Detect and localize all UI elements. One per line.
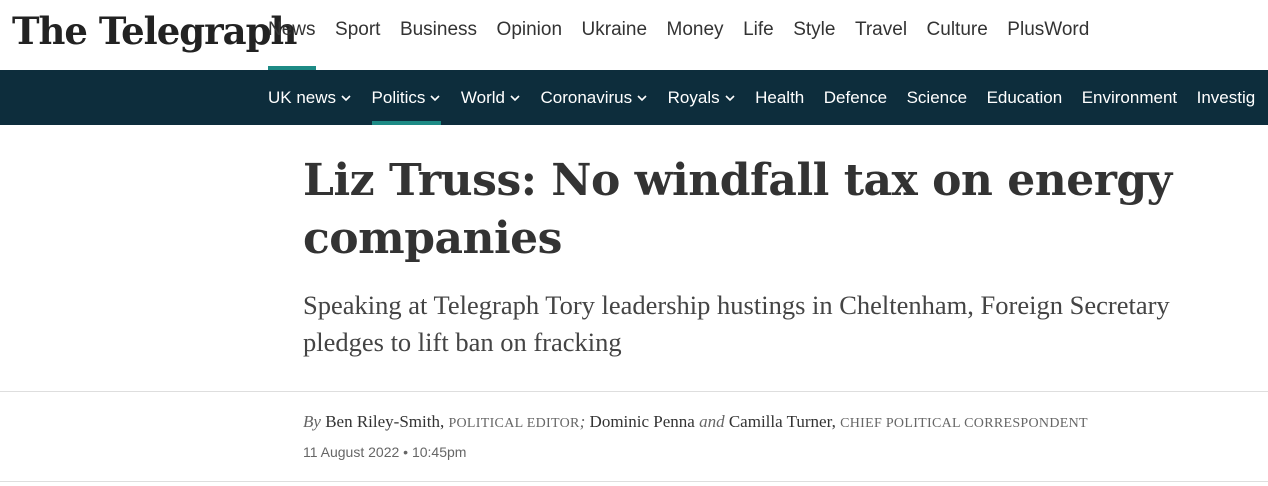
- chevron-down-icon: [637, 94, 647, 101]
- subnav-label: Environment: [1081, 87, 1178, 107]
- chevron-down-icon: [341, 94, 351, 101]
- article-standfirst: Speaking at Telegraph Tory leadership hu…: [303, 290, 1170, 357]
- subnav-defence[interactable]: Defence: [824, 70, 907, 125]
- main-nav-money[interactable]: Money: [667, 0, 744, 70]
- subnav-royals[interactable]: Royals: [668, 70, 755, 125]
- main-nav: News Sport Business Opinion Ukraine Money Life…: [268, 0, 1109, 70]
- subnav-label: Politics: [371, 87, 426, 107]
- subnav-label: World: [460, 87, 505, 107]
- subnav-education[interactable]: Education: [987, 70, 1082, 125]
- subnav-label: UK news: [268, 87, 337, 107]
- main-nav-business[interactable]: Business: [400, 0, 497, 70]
- subnav-investig[interactable]: Investig: [1197, 70, 1268, 125]
- byline-by: By: [303, 412, 321, 431]
- subnav-science[interactable]: Science: [907, 70, 987, 125]
- subnav-health[interactable]: Health: [755, 70, 824, 125]
- main-nav-plusword[interactable]: PlusWord: [1007, 0, 1109, 70]
- subnav-uk-news[interactable]: UK news: [268, 70, 372, 125]
- chevron-down-icon: [725, 94, 735, 101]
- author-link-dominic-penna[interactable]: Dominic Penna: [590, 412, 695, 431]
- author-role: Chief Political Correspondent: [840, 416, 1088, 431]
- main-nav-sport[interactable]: Sport: [335, 0, 400, 70]
- divider: [0, 481, 1268, 482]
- author-link-camilla-turner[interactable]: Camilla Turner: [729, 412, 832, 431]
- telegraph-logo[interactable]: The Telegraph: [12, 6, 297, 56]
- main-nav-ukraine[interactable]: Ukraine: [582, 0, 667, 70]
- main-nav-life[interactable]: Life: [743, 0, 793, 70]
- main-nav-opinion[interactable]: Opinion: [497, 0, 582, 70]
- publish-date: 11 August 2022 • 10:45pm: [303, 444, 467, 460]
- chevron-down-icon: [510, 94, 520, 101]
- section-subnav: UK news Politics World Coronavirus Royals Hea…: [0, 70, 1268, 125]
- byline-and: and: [699, 412, 725, 431]
- article-byline: By Ben Riley-Smith, Political Editor; Do…: [303, 412, 1088, 431]
- subnav-politics[interactable]: Politics: [371, 70, 461, 125]
- article-headline: Liz Truss: No windfall tax on energy com…: [303, 155, 1172, 264]
- main-nav-style[interactable]: Style: [793, 0, 855, 70]
- chevron-down-icon: [430, 94, 440, 101]
- author-role: Political Editor: [448, 416, 580, 431]
- main-nav-travel[interactable]: Travel: [855, 0, 927, 70]
- subnav-label: Health: [755, 87, 805, 107]
- top-header: The Telegraph News Sport Business Opinion Uk…: [0, 0, 1268, 70]
- subnav-label: Royals: [667, 87, 720, 107]
- subnav-environment[interactable]: Environment: [1082, 70, 1197, 125]
- byline-separator: ;: [579, 412, 586, 431]
- subnav-label: Investig: [1196, 87, 1256, 107]
- main-nav-news[interactable]: News: [268, 0, 335, 70]
- subnav-label: Science: [906, 87, 968, 107]
- subnav-label: Coronavirus: [540, 87, 633, 107]
- author-link-ben-riley-smith[interactable]: Ben Riley-Smith: [325, 412, 440, 431]
- subnav-label: Education: [986, 87, 1063, 107]
- subnav-coronavirus[interactable]: Coronavirus: [540, 70, 667, 125]
- divider: [0, 391, 1268, 392]
- subnav-label: Defence: [823, 87, 888, 107]
- subnav-world[interactable]: World: [461, 70, 541, 125]
- main-nav-culture[interactable]: Culture: [927, 0, 1008, 70]
